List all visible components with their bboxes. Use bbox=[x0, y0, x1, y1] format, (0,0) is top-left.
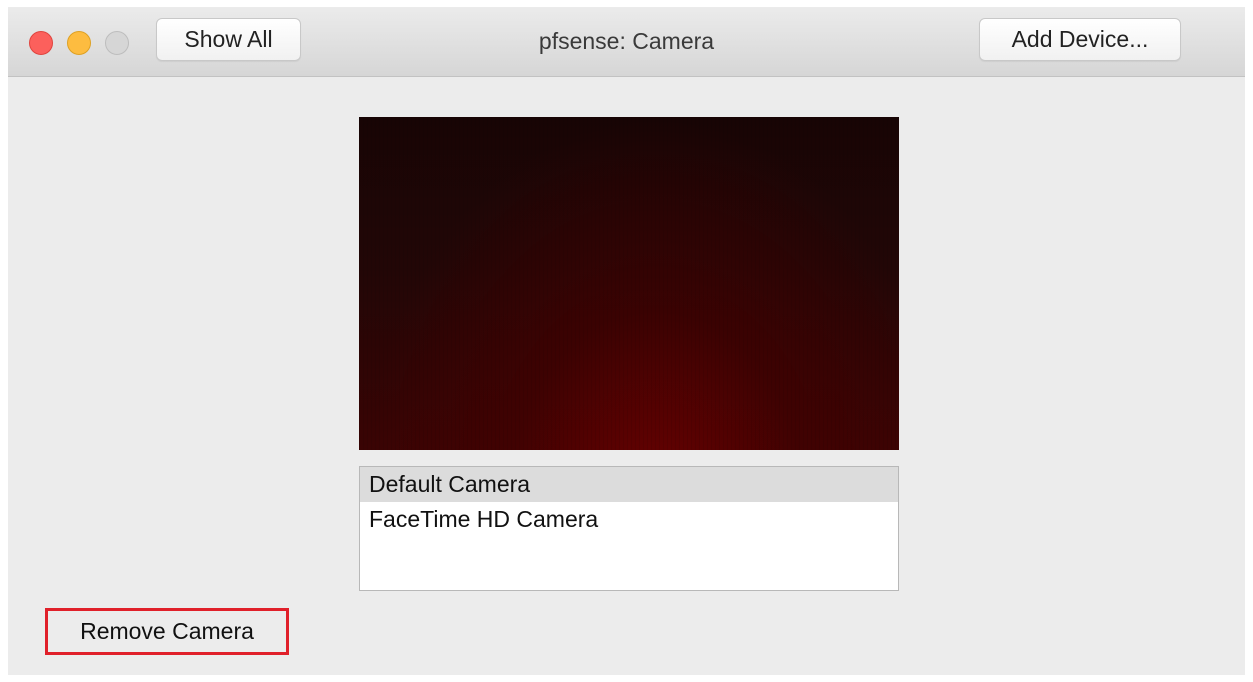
remove-camera-button[interactable]: Remove Camera bbox=[45, 608, 289, 655]
camera-preview-image bbox=[359, 117, 899, 450]
preferences-window: Show All pfsense: Camera Add Device... D… bbox=[8, 7, 1245, 675]
camera-preview bbox=[359, 117, 899, 450]
zoom-traffic-light-icon bbox=[105, 31, 129, 55]
close-traffic-light-icon[interactable] bbox=[29, 31, 53, 55]
title-bar: Show All pfsense: Camera Add Device... bbox=[8, 7, 1245, 77]
camera-list-item-default[interactable]: Default Camera bbox=[360, 467, 898, 502]
show-all-button[interactable]: Show All bbox=[156, 18, 301, 61]
add-device-button[interactable]: Add Device... bbox=[979, 18, 1181, 61]
camera-list-item-facetime[interactable]: FaceTime HD Camera bbox=[360, 502, 898, 537]
window-title: pfsense: Camera bbox=[538, 28, 715, 54]
camera-list[interactable]: Default Camera FaceTime HD Camera bbox=[359, 466, 899, 591]
minimize-traffic-light-icon[interactable] bbox=[67, 31, 91, 55]
